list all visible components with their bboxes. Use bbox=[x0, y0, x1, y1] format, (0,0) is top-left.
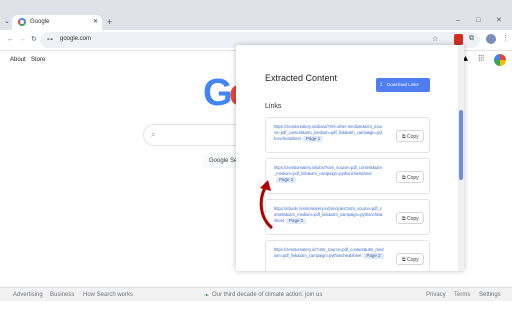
close-window-button[interactable]: ✕ bbox=[496, 17, 502, 24]
extension-popup: Extracted Content ⤓ Download Links Links… bbox=[236, 45, 464, 271]
links-heading: Links bbox=[265, 103, 282, 110]
download-links-label: Download Links bbox=[387, 82, 419, 87]
page-badge: Page 1 bbox=[302, 136, 324, 142]
popup-title: Extracted Content bbox=[265, 73, 338, 83]
footer-how-search-works-link[interactable]: How Search works bbox=[83, 292, 133, 298]
url-text[interactable]: google.com bbox=[60, 36, 91, 42]
footer-settings-link[interactable]: Settings bbox=[479, 292, 501, 298]
reload-icon[interactable]: ↻ bbox=[31, 36, 37, 43]
minimize-button[interactable]: – bbox=[456, 17, 460, 24]
tab-google[interactable]: Google ✕ bbox=[12, 15, 102, 30]
new-tab-button[interactable]: + bbox=[107, 18, 112, 27]
footer-privacy-link[interactable]: Privacy bbox=[426, 292, 446, 298]
extensions-puzzle-icon[interactable]: ⧉ bbox=[469, 35, 474, 42]
google-account-avatar[interactable] bbox=[494, 54, 506, 66]
forward-icon[interactable]: → bbox=[19, 36, 26, 43]
annotation-arrow-icon bbox=[259, 180, 274, 230]
tab-title: Google bbox=[30, 19, 50, 25]
google-favicon-icon bbox=[18, 18, 26, 26]
page-badge: Page 2 bbox=[276, 177, 297, 183]
link-card: https://zenstoreatery.io/?utm_source=pdf… bbox=[265, 240, 430, 271]
profile-avatar[interactable] bbox=[486, 34, 496, 44]
copy-button[interactable]: ⧉ Copy bbox=[396, 212, 424, 224]
search-icon: ⌕ bbox=[151, 130, 156, 139]
apps-grid-icon[interactable]: ⁝⁝⁝ bbox=[478, 53, 485, 64]
link-card: https://zenstoreatery.io/jobs/?utm_sourc… bbox=[265, 158, 430, 194]
leaf-icon: ❧ bbox=[204, 293, 210, 299]
google-footer: Advertising Business How Search works ❧ … bbox=[0, 287, 512, 301]
tab-strip: ⌄ Google ✕ + – □ ✕ bbox=[0, 0, 512, 30]
google-search-input[interactable]: ⌕ bbox=[143, 124, 243, 146]
tab-search-icon[interactable]: ⌄ bbox=[4, 18, 10, 25]
footer-business-link[interactable]: Business bbox=[50, 292, 74, 298]
footer-climate-link[interactable]: Our third decade of climate action: join… bbox=[212, 292, 322, 298]
link-card: https://ebook.zenstoreatery.io/principle… bbox=[265, 199, 430, 235]
link-url[interactable]: https://zenstoreatery.io/jobs/?utm_sourc… bbox=[274, 165, 382, 176]
chrome-menu-icon[interactable]: ⋮ bbox=[502, 35, 509, 42]
footer-terms-link[interactable]: Terms bbox=[454, 292, 470, 298]
link-card: https://zenstoreatery.io/about/?ref=othe… bbox=[265, 117, 430, 153]
store-link[interactable]: Store bbox=[31, 57, 45, 63]
popup-scrollbar-thumb[interactable] bbox=[459, 110, 463, 180]
site-info-icon[interactable]: ⊶ bbox=[47, 36, 53, 43]
maximize-button[interactable]: □ bbox=[476, 17, 480, 24]
footer-advertising-link[interactable]: Advertising bbox=[13, 292, 43, 298]
bookmark-star-icon[interactable]: ☆ bbox=[432, 35, 438, 43]
pdf-extension-icon[interactable] bbox=[454, 34, 463, 45]
download-links-button[interactable]: ⤓ Download Links bbox=[376, 78, 430, 92]
tab-close-icon[interactable]: ✕ bbox=[93, 18, 98, 25]
copy-button[interactable]: ⧉ Copy bbox=[396, 253, 424, 265]
page-badge: Page 2 bbox=[363, 253, 384, 259]
page-badge: Page 2 bbox=[286, 218, 307, 224]
back-icon[interactable]: ← bbox=[7, 36, 14, 43]
about-link[interactable]: About bbox=[10, 57, 26, 63]
download-icon: ⤓ bbox=[380, 81, 383, 87]
link-url[interactable]: https://zenstoreatery.io/about/?ref=othe… bbox=[274, 124, 382, 141]
copy-button[interactable]: ⧉ Copy bbox=[396, 130, 424, 142]
copy-button[interactable]: ⧉ Copy bbox=[396, 171, 424, 183]
